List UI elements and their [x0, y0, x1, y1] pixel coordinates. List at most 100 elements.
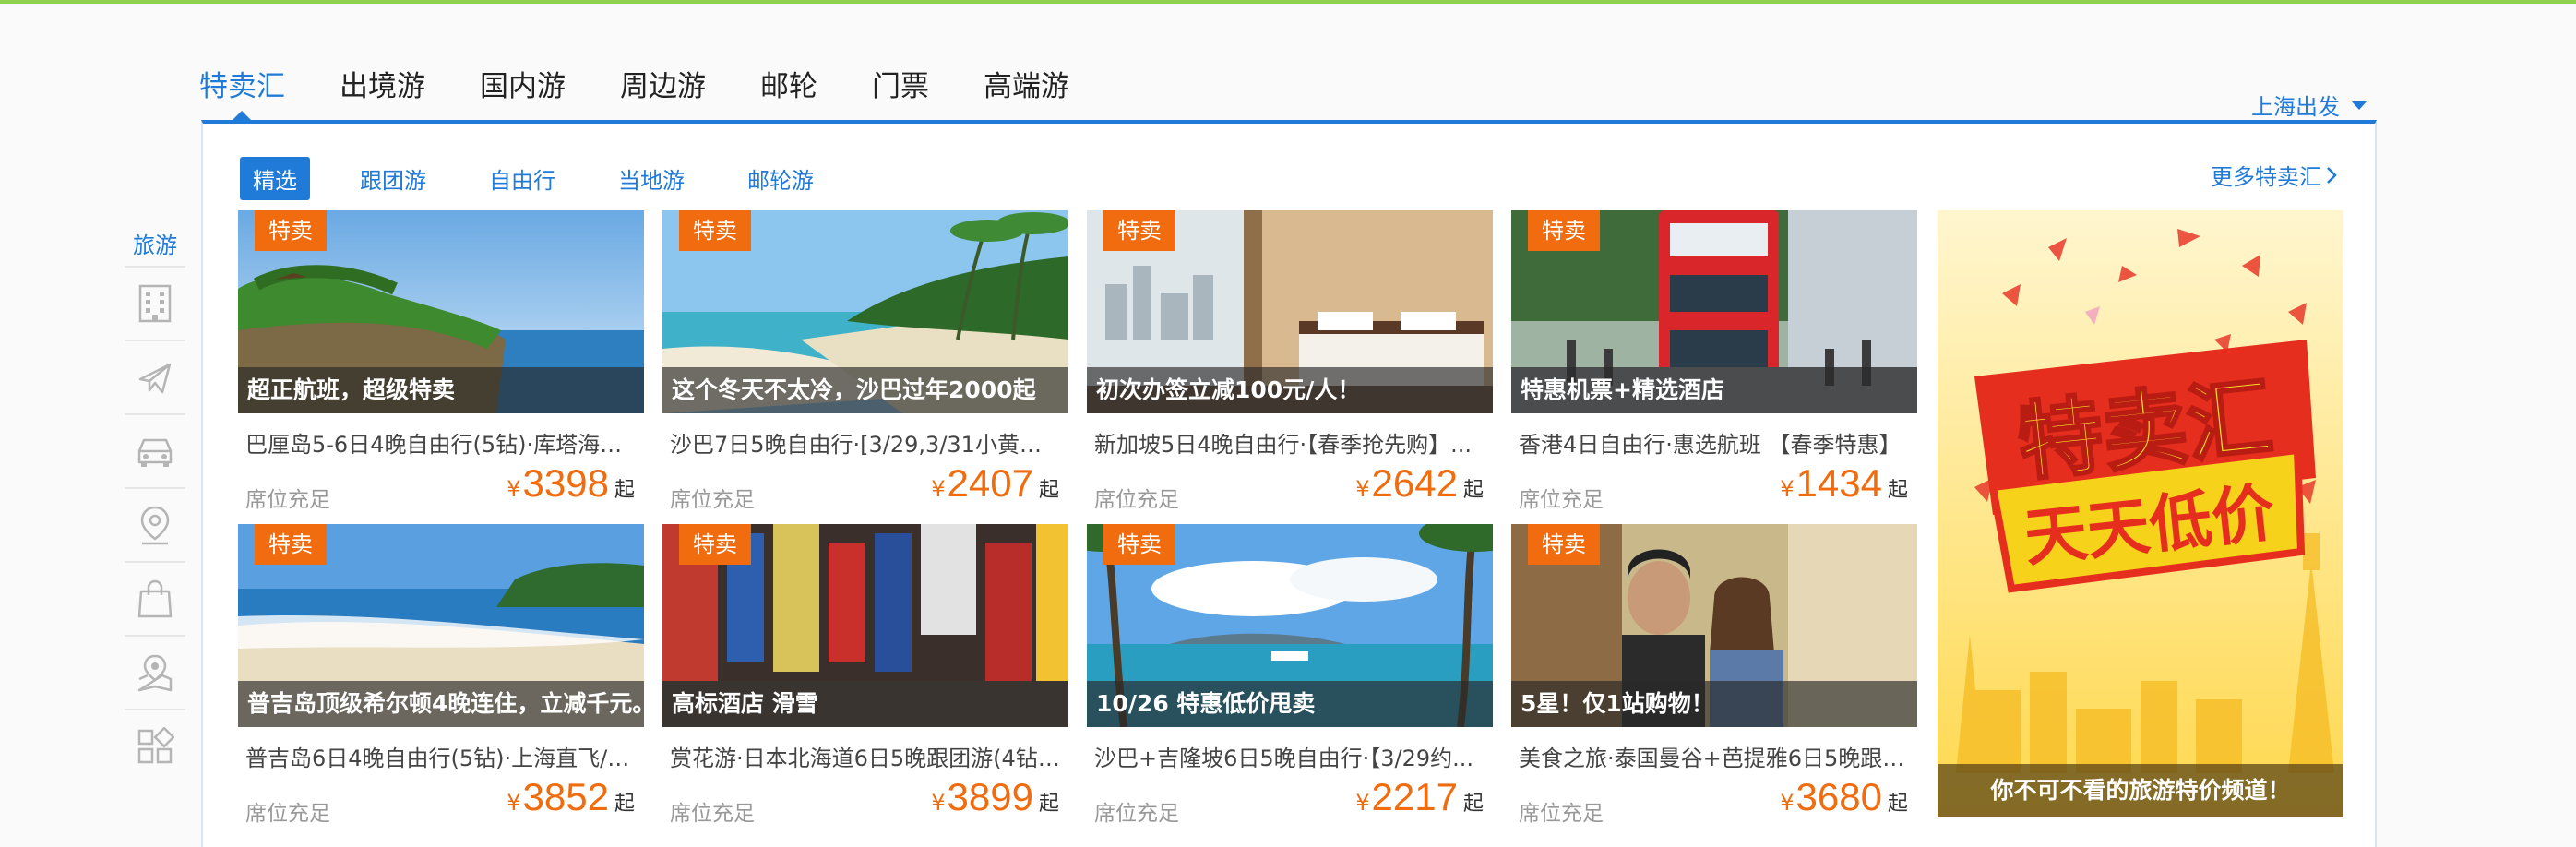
- sale-badge: 特卖: [1103, 210, 1175, 251]
- deal-title[interactable]: 沙巴+吉隆坡6日5晚自由行·【3/29约...: [1094, 740, 1485, 772]
- chevron-down-icon: [2351, 100, 2367, 110]
- deal-image: 特卖 10/26 特惠低价甩卖: [1087, 524, 1493, 727]
- subtab-featured[interactable]: 精选: [240, 157, 310, 200]
- airplane-icon: [138, 363, 172, 394]
- currency-symbol: ¥: [1355, 790, 1370, 816]
- price-value: 1434: [1795, 461, 1882, 505]
- map-location-icon: [137, 654, 173, 692]
- price-value: 3398: [522, 461, 609, 505]
- deal-card[interactable]: 特卖 初次办签立减100元/人！ 新加坡5日4晚自由行·【春季抢先购】... 席…: [1087, 210, 1493, 520]
- hotel-building-icon: [138, 284, 172, 323]
- price-suffix: 起: [1038, 479, 1059, 502]
- currency-symbol: ¥: [931, 790, 946, 816]
- deal-title[interactable]: 沙巴7日5晚自由行·[3/29,3/31小黄金...: [670, 426, 1061, 459]
- currency-symbol: ¥: [1355, 476, 1370, 502]
- sub-tab-bar: 精选 跟团游 自由行 当地游 邮轮游: [240, 157, 864, 200]
- deal-image: 特卖 5星！仅1站购物！: [1511, 524, 1917, 727]
- side-nav-flight[interactable]: [125, 340, 185, 413]
- subtab-cruise[interactable]: 邮轮游: [734, 157, 827, 200]
- top-accent-line: [0, 0, 2576, 4]
- subtab-local[interactable]: 当地游: [605, 157, 698, 200]
- availability-status: 席位充足: [670, 488, 755, 512]
- price-value: 3899: [947, 775, 1033, 818]
- deal-card[interactable]: 特卖 普吉岛顶级希尔顿4晚连住，立减千元。 普吉岛6日4晚自由行(5钻)·上海直…: [238, 524, 644, 834]
- deal-image: 特卖 初次办签立减100元/人！: [1087, 210, 1493, 413]
- deal-caption: 高标酒店 滑雪: [662, 681, 1068, 727]
- more-specials-link[interactable]: 更多特卖汇: [2211, 159, 2338, 191]
- sale-badge: 特卖: [1528, 210, 1600, 251]
- departure-city-dropdown[interactable]: 上海出发: [2251, 89, 2367, 121]
- availability-status: 席位充足: [670, 802, 755, 826]
- deal-card[interactable]: 特卖 这个冬天不太冷，沙巴过年2000起 沙巴7日5晚自由行·[3/29,3/3…: [662, 210, 1068, 520]
- deal-title[interactable]: 新加坡5日4晚自由行·【春季抢先购】...: [1094, 426, 1485, 459]
- subtab-group-tour[interactable]: 跟团游: [347, 157, 439, 200]
- deal-card[interactable]: 特卖 5星！仅1站购物！ 美食之旅·泰国曼谷+芭提雅6日5晚跟团... 席位充足…: [1511, 524, 1917, 834]
- deal-caption: 初次办签立减100元/人！: [1087, 367, 1493, 413]
- sale-badge: 特卖: [255, 524, 327, 565]
- side-nav-more[interactable]: [125, 709, 185, 782]
- price-value: 2407: [947, 461, 1033, 505]
- deal-price: ¥ 1434 起: [1780, 461, 1908, 506]
- tab-nearby[interactable]: 周边游: [620, 66, 706, 113]
- deal-title[interactable]: 赏花游·日本北海道6日5晚跟团游(4钻)...: [670, 740, 1061, 772]
- deal-price: ¥ 3852 起: [507, 775, 635, 819]
- price-suffix: 起: [1887, 479, 1908, 502]
- side-nav-location[interactable]: [125, 487, 185, 561]
- deal-price: ¥ 2217 起: [1355, 775, 1484, 819]
- tab-cruise[interactable]: 邮轮: [760, 66, 817, 113]
- price-value: 2642: [1371, 461, 1458, 505]
- deal-title[interactable]: 巴厘岛5-6日4晚自由行(5钻)·库塔海滩...: [245, 426, 637, 459]
- currency-symbol: ¥: [507, 790, 521, 816]
- tab-domestic[interactable]: 国内游: [480, 66, 566, 113]
- deal-card[interactable]: 特卖 特惠机票+精选酒店 香港4日自由行·惠选航班 【春季特惠】 席位充足 ¥ …: [1511, 210, 1917, 520]
- grid-apps-icon: [137, 727, 174, 764]
- sale-badge: 特卖: [255, 210, 327, 251]
- deal-card[interactable]: 特卖 超正航班，超级特卖 巴厘岛5-6日4晚自由行(5钻)·库塔海滩... 席位…: [238, 210, 644, 520]
- deal-caption: 超正航班，超级特卖: [238, 367, 644, 413]
- side-nav-shopping[interactable]: [125, 561, 185, 635]
- side-nav-hotel[interactable]: [125, 266, 185, 340]
- departure-city-label: 上海出发: [2251, 94, 2340, 120]
- price-value: 2217: [1371, 775, 1458, 818]
- deal-title[interactable]: 香港4日自由行·惠选航班 【春季特惠】: [1519, 426, 1910, 459]
- availability-status: 席位充足: [1519, 802, 1604, 826]
- side-nav-label[interactable]: 旅游: [125, 225, 185, 266]
- deal-image: 特卖 高标酒店 滑雪: [662, 524, 1068, 727]
- sale-badge: 特卖: [1528, 524, 1600, 565]
- deal-price: ¥ 3899 起: [931, 775, 1059, 819]
- specials-panel: 精选 跟团游 自由行 当地游 邮轮游 更多特卖汇 特卖 超正航班，超级特卖 巴厘…: [201, 120, 2377, 847]
- deal-title[interactable]: 普吉岛6日4晚自由行(5钻)·上海直飞/3...: [245, 740, 637, 772]
- subtab-independent[interactable]: 自由行: [476, 157, 568, 200]
- price-value: 3852: [522, 775, 609, 818]
- tab-outbound[interactable]: 出境游: [340, 66, 425, 113]
- more-specials-label: 更多特卖汇: [2211, 164, 2321, 190]
- currency-symbol: ¥: [1780, 476, 1795, 502]
- chevron-right-icon: [2327, 166, 2337, 184]
- tab-tickets[interactable]: 门票: [872, 66, 929, 113]
- deal-title[interactable]: 美食之旅·泰国曼谷+芭提雅6日5晚跟团...: [1519, 740, 1910, 772]
- car-icon: [137, 438, 173, 467]
- tab-specials[interactable]: 特卖汇: [199, 66, 285, 113]
- map-pin-icon: [140, 506, 170, 545]
- deal-image: 特卖 普吉岛顶级希尔顿4晚连住，立减千元。: [238, 524, 644, 727]
- shopping-bag-icon: [137, 579, 173, 618]
- promo-banner[interactable]: 特卖汇 天天低价 你不可不看的旅游特价频道！: [1938, 210, 2343, 817]
- side-nav-car[interactable]: [125, 413, 185, 487]
- deal-caption: 这个冬天不太冷，沙巴过年2000起: [662, 367, 1068, 413]
- deal-price: ¥ 2642 起: [1355, 461, 1484, 506]
- availability-status: 席位充足: [1519, 488, 1604, 512]
- deal-caption: 普吉岛顶级希尔顿4晚连住，立减千元。: [238, 681, 644, 727]
- currency-symbol: ¥: [507, 476, 521, 502]
- deal-caption: 特惠机票+精选酒店: [1511, 367, 1917, 413]
- tab-premium[interactable]: 高端游: [984, 66, 1069, 113]
- deal-price: ¥ 3680 起: [1780, 775, 1908, 819]
- deal-price: ¥ 3398 起: [507, 461, 635, 506]
- side-nav-map[interactable]: [125, 635, 185, 709]
- sale-badge: 特卖: [679, 210, 751, 251]
- price-suffix: 起: [1038, 793, 1059, 816]
- deal-card[interactable]: 特卖 高标酒店 滑雪 赏花游·日本北海道6日5晚跟团游(4钻)... 席位充足 …: [662, 524, 1068, 834]
- price-suffix: 起: [1462, 479, 1484, 502]
- deal-card[interactable]: 特卖 10/26 特惠低价甩卖 沙巴+吉隆坡6日5晚自由行·【3/29约... …: [1087, 524, 1493, 834]
- deal-image: 特卖 这个冬天不太冷，沙巴过年2000起: [662, 210, 1068, 413]
- currency-symbol: ¥: [931, 476, 946, 502]
